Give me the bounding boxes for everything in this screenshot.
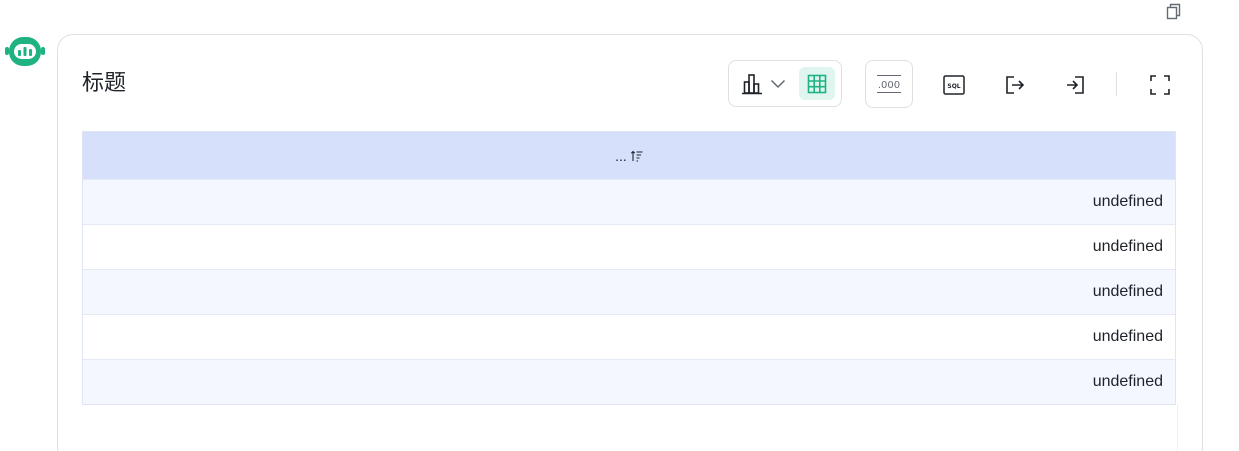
table-row: undefined xyxy=(83,224,1175,269)
card-title: 标题 xyxy=(82,71,127,96)
chat-message-area: 标题 .000 SQL ... undefined undefined unde… xyxy=(0,0,1239,451)
toolbar-divider xyxy=(1116,72,1117,96)
column-header[interactable]: ... xyxy=(615,148,643,164)
fullscreen-icon[interactable] xyxy=(1147,72,1173,98)
chevron-down-icon[interactable] xyxy=(769,75,787,93)
table-header: ... xyxy=(83,132,1175,179)
table-cell: undefined xyxy=(1092,373,1163,390)
table-cell: undefined xyxy=(1092,283,1163,300)
sql-icon: SQL xyxy=(943,75,965,95)
table-row: undefined xyxy=(83,314,1175,359)
table-row: undefined xyxy=(83,179,1175,224)
number-format-icon: .000 xyxy=(877,75,901,93)
table-cell: undefined xyxy=(1092,328,1163,345)
svg-text:SQL: SQL xyxy=(947,83,960,90)
table-cell: undefined xyxy=(1092,238,1163,255)
import-icon[interactable] xyxy=(1062,72,1088,98)
number-format-button[interactable]: .000 xyxy=(865,60,913,108)
data-table: ... undefined undefined undefined undefi… xyxy=(82,131,1176,405)
scroll-divider xyxy=(1177,404,1178,451)
table-row: undefined xyxy=(83,269,1175,314)
table-grid-icon[interactable] xyxy=(799,67,835,100)
chart-card: 标题 .000 SQL ... undefined undefined unde… xyxy=(57,34,1203,451)
sort-icon[interactable] xyxy=(630,150,643,162)
chart-type-switcher xyxy=(728,60,842,107)
copy-icon[interactable] xyxy=(1161,0,1185,22)
table-cell: undefined xyxy=(1092,193,1163,210)
svg-text:.000: .000 xyxy=(878,80,900,91)
bar-chart-icon[interactable] xyxy=(739,71,765,97)
export-icon[interactable] xyxy=(1002,72,1028,98)
table-row: undefined xyxy=(83,359,1175,404)
column-header-label: ... xyxy=(615,147,627,164)
sql-button[interactable]: SQL xyxy=(941,72,967,98)
assistant-robot-avatar-icon xyxy=(4,35,46,69)
